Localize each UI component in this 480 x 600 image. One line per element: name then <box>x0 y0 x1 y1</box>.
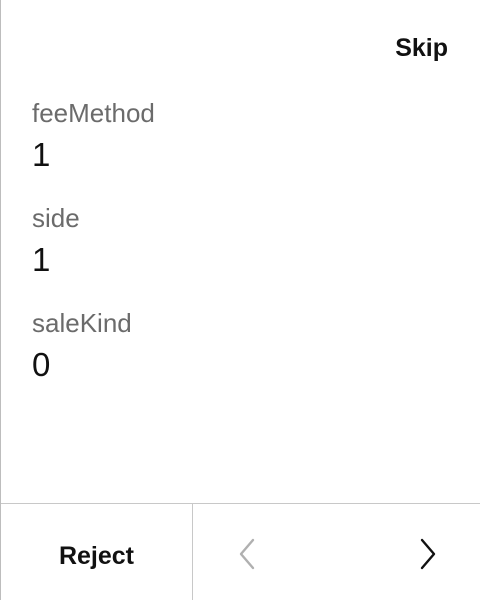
chevron-left-icon <box>239 538 255 570</box>
field-label: side <box>32 203 80 233</box>
chevron-right-icon <box>420 538 436 570</box>
next-page-button[interactable] <box>408 534 448 574</box>
field-fee-method: feeMethod 1 <box>32 96 449 201</box>
previous-page-button[interactable] <box>227 534 267 574</box>
transaction-details-screen: Skip feeMethod 1 side 1 saleKind 0 Rejec… <box>0 0 480 600</box>
field-value: 0 <box>32 346 51 383</box>
pagination-controls <box>193 504 480 600</box>
reject-button[interactable]: Reject <box>1 504 193 600</box>
field-value: 1 <box>32 136 51 173</box>
field-list: feeMethod 1 side 1 saleKind 0 <box>32 96 449 411</box>
field-sale-kind: saleKind 0 <box>32 306 449 411</box>
field-side: side 1 <box>32 201 449 306</box>
skip-button[interactable]: Skip <box>395 30 448 66</box>
field-label: saleKind <box>32 308 132 338</box>
field-label: feeMethod <box>32 98 155 128</box>
field-value: 1 <box>32 241 51 278</box>
bottom-action-bar: Reject <box>1 503 480 600</box>
